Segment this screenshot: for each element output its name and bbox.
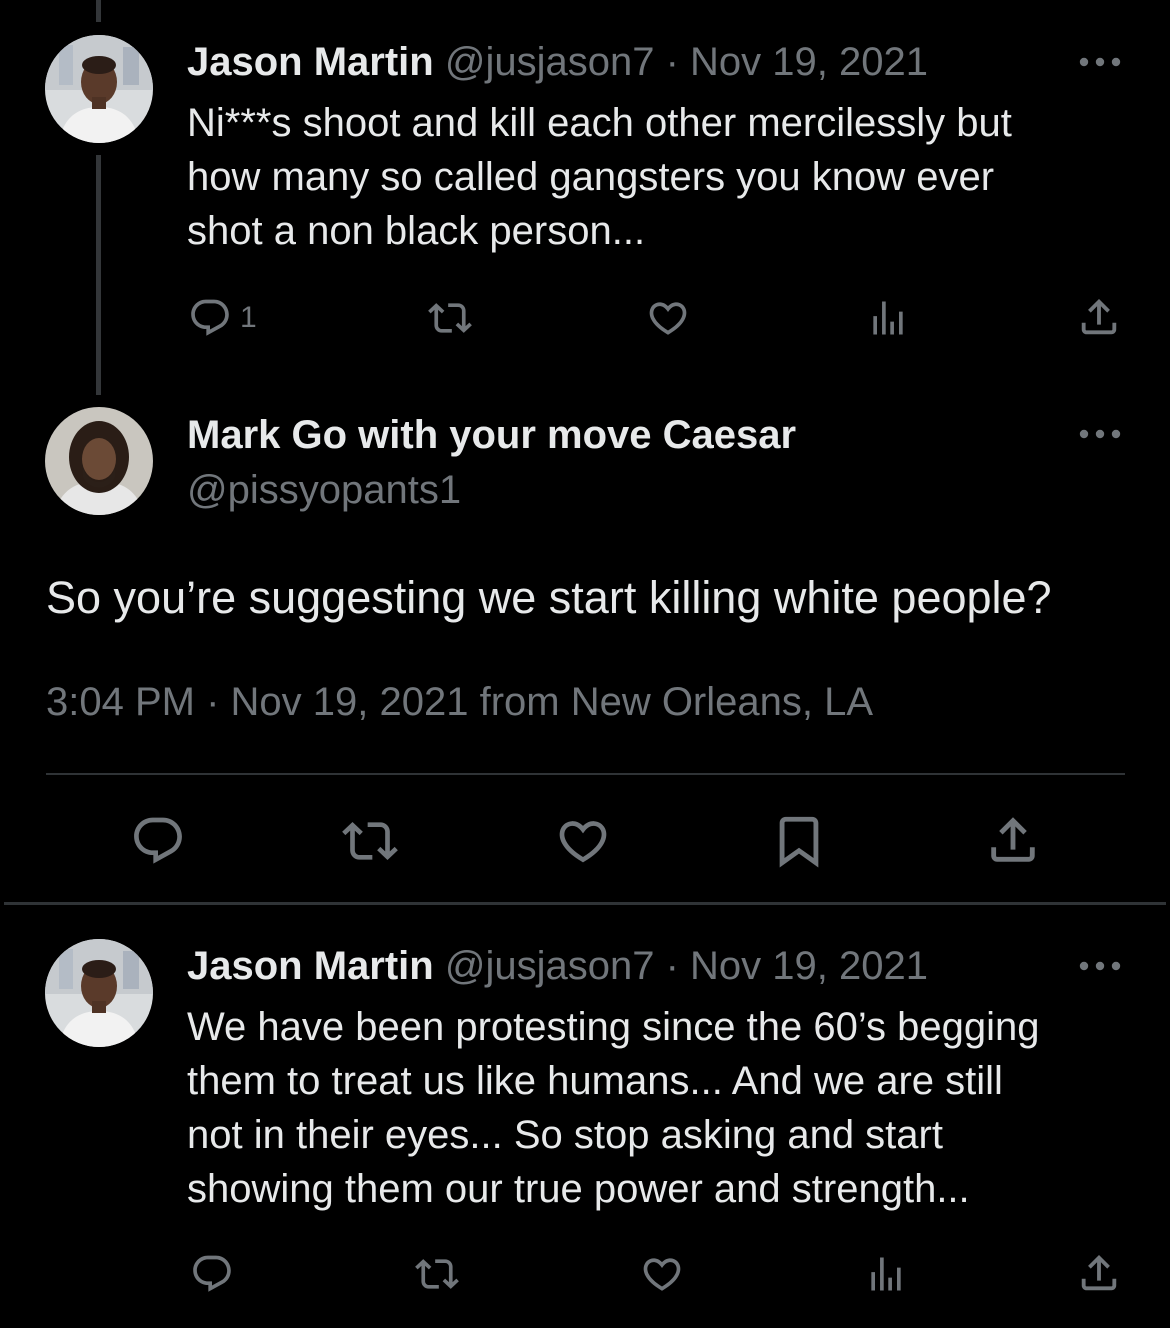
avatar-image: [45, 407, 153, 515]
separator-dot: ·: [665, 40, 679, 84]
share-button[interactable]: [1076, 1250, 1122, 1296]
like-icon: [638, 1252, 686, 1296]
retweet-button[interactable]: [412, 1252, 462, 1296]
tweet-text-line: We have been protesting since the 60’s b…: [187, 1005, 1040, 1049]
avatar[interactable]: [45, 407, 153, 515]
avatar-image: [45, 35, 153, 143]
user-handle[interactable]: @jusjason7: [445, 944, 655, 988]
share-icon: [1076, 1250, 1122, 1296]
more-options-icon[interactable]: [1078, 54, 1122, 70]
retweet-icon: [338, 813, 402, 869]
share-icon: [1076, 294, 1122, 340]
tweet-text-line: shot a non black person...: [187, 209, 646, 253]
reply-button[interactable]: [188, 1252, 236, 1296]
retweet-button[interactable]: [426, 296, 474, 340]
like-icon: [554, 813, 612, 869]
views-button[interactable]: [864, 1252, 908, 1296]
thread-line: [96, 0, 101, 22]
share-button[interactable]: [1076, 294, 1122, 340]
tweet-text-line: them to treat us like humans... And we a…: [187, 1059, 1003, 1103]
tweet-date[interactable]: Nov 19, 2021: [690, 944, 928, 988]
tweet-text: So you’re suggesting we start killing wh…: [46, 572, 1052, 623]
reply-icon: [188, 1252, 236, 1296]
tweet-header: Jason Martin @jusjason7 · Nov 19, 2021: [187, 942, 928, 990]
reply-icon: [130, 813, 186, 869]
like-button[interactable]: [638, 1252, 686, 1296]
reply-icon: [188, 296, 232, 340]
like-button[interactable]: [554, 813, 612, 869]
tweet-text-line: Ni***s shoot and kill each other mercile…: [187, 101, 1012, 145]
avatar-image: [45, 939, 153, 1047]
tweet-text-line: not in their eyes... So stop asking and …: [187, 1113, 943, 1157]
tweet-text: We have been protesting since the 60’s b…: [187, 1000, 1127, 1216]
reply-count: 1: [240, 301, 257, 334]
divider: [46, 773, 1125, 775]
share-button[interactable]: [984, 811, 1042, 869]
thread-line: [96, 155, 101, 395]
share-icon: [984, 811, 1042, 869]
tweet-text-line: showing them our true power and strength…: [187, 1167, 970, 1211]
views-icon: [864, 1252, 908, 1296]
user-handle[interactable]: @pissyopants1: [187, 465, 461, 515]
display-name[interactable]: Jason Martin: [187, 944, 434, 988]
tweet-header: Jason Martin @jusjason7 · Nov 19, 2021: [187, 38, 928, 86]
user-handle[interactable]: @jusjason7: [445, 40, 655, 84]
display-name[interactable]: Mark Go with your move Caesar: [187, 410, 796, 460]
more-options-icon[interactable]: [1078, 426, 1122, 442]
views-button[interactable]: [866, 296, 910, 340]
tweet-text: Ni***s shoot and kill each other mercile…: [187, 96, 1127, 258]
display-name[interactable]: Jason Martin: [187, 40, 434, 84]
retweet-icon: [412, 1252, 462, 1296]
reply-button[interactable]: 1: [188, 296, 257, 340]
tweet-timestamp[interactable]: 3:04 PM · Nov 19, 2021 from New Orleans,…: [46, 677, 873, 727]
like-button[interactable]: [644, 296, 692, 340]
divider: [4, 902, 1166, 905]
bookmark-button[interactable]: [770, 811, 828, 871]
retweet-icon: [426, 296, 474, 340]
avatar[interactable]: [45, 35, 153, 143]
bookmark-icon: [770, 811, 828, 871]
avatar[interactable]: [45, 939, 153, 1047]
retweet-button[interactable]: [338, 813, 402, 869]
reply-button[interactable]: [130, 813, 186, 869]
separator-dot: ·: [665, 944, 679, 988]
more-options-icon[interactable]: [1078, 958, 1122, 974]
like-icon: [644, 296, 692, 340]
tweet-date[interactable]: Nov 19, 2021: [690, 40, 928, 84]
views-icon: [866, 296, 910, 340]
tweet-text-line: how many so called gangsters you know ev…: [187, 155, 995, 199]
